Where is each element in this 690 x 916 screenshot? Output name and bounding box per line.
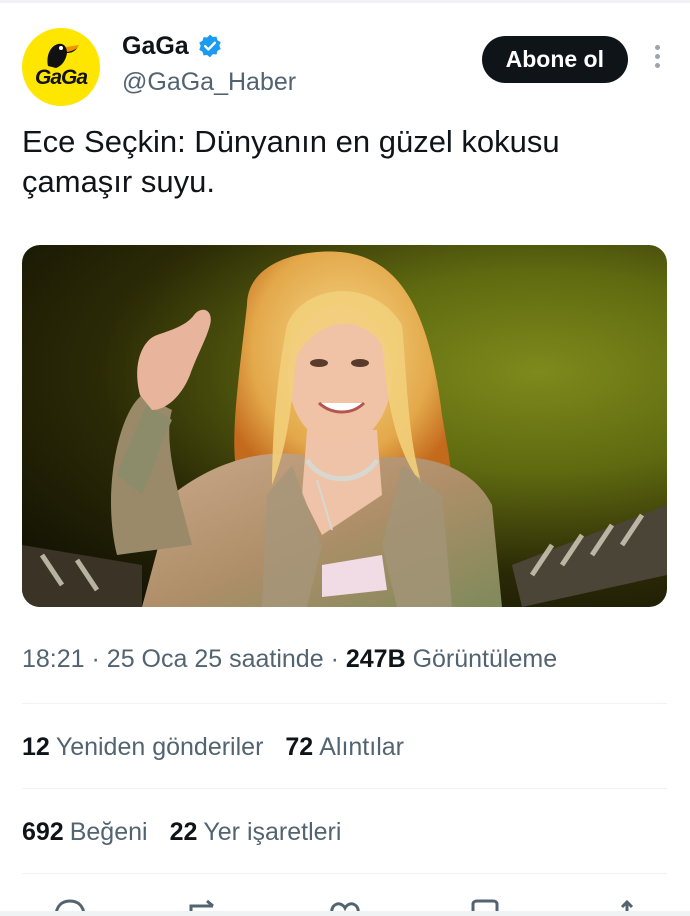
more-options-icon[interactable] bbox=[652, 45, 662, 75]
bookmarks-count: 22 bbox=[169, 818, 198, 846]
retweets-count: 12 bbox=[22, 733, 50, 761]
stats-row-reposts: 12 Yeniden gönderiler 72 Alıntılar bbox=[22, 733, 404, 762]
meta-separator: · bbox=[330, 645, 339, 673]
avatar-logo-text: GaGa bbox=[34, 66, 88, 89]
toucan-logo-icon bbox=[47, 43, 79, 68]
retweets-label: Yeniden gönderiler bbox=[55, 733, 264, 761]
follow-button[interactable]: Abone ol bbox=[481, 36, 628, 83]
tweet-header: GaGa GaGa @GaGa_Haber Abone ol bbox=[22, 28, 672, 106]
quotes-count: 72 bbox=[285, 733, 314, 761]
display-name[interactable]: GaGa bbox=[122, 32, 189, 61]
tweet-photo[interactable] bbox=[22, 245, 667, 607]
avatar[interactable]: GaGa bbox=[22, 28, 100, 106]
tweet-date[interactable]: 25 Oca 25 saatinde bbox=[107, 645, 324, 673]
divider bbox=[22, 788, 667, 789]
tweet-meta: 18:21 · 25 Oca 25 saatinde · 247B Görünt… bbox=[22, 645, 557, 674]
bookmarks-stat[interactable]: 22 Yer işaretleri bbox=[170, 818, 342, 846]
likes-label: Beğeni bbox=[69, 818, 148, 846]
account-names: GaGa @GaGa_Haber bbox=[122, 30, 296, 97]
tweet-text: Ece Seçkin: Dünyanın en güzel kokusu çam… bbox=[22, 124, 560, 199]
stats-row-likes: 692 Beğeni 22 Yer işaretleri bbox=[22, 818, 341, 847]
likes-stat[interactable]: 692 Beğeni bbox=[22, 818, 148, 846]
quotes-label: Alıntılar bbox=[319, 733, 404, 761]
quotes-stat[interactable]: 72 Alıntılar bbox=[285, 733, 404, 761]
retweets-stat[interactable]: 12 Yeniden gönderiler bbox=[22, 733, 263, 761]
views-count: 247B bbox=[345, 645, 406, 673]
divider bbox=[22, 703, 667, 704]
top-border bbox=[0, 0, 690, 3]
meta-separator: · bbox=[91, 645, 100, 673]
verified-badge-icon bbox=[198, 34, 221, 58]
tweet-time[interactable]: 18:21 bbox=[22, 645, 85, 673]
divider bbox=[22, 873, 667, 874]
likes-count: 692 bbox=[22, 818, 64, 846]
photo-illustration bbox=[22, 251, 667, 607]
views-label: Görüntüleme bbox=[412, 645, 558, 673]
account-handle[interactable]: @GaGa_Haber bbox=[122, 68, 296, 97]
bottom-border bbox=[0, 911, 690, 916]
bookmarks-label: Yer işaretleri bbox=[203, 818, 342, 846]
